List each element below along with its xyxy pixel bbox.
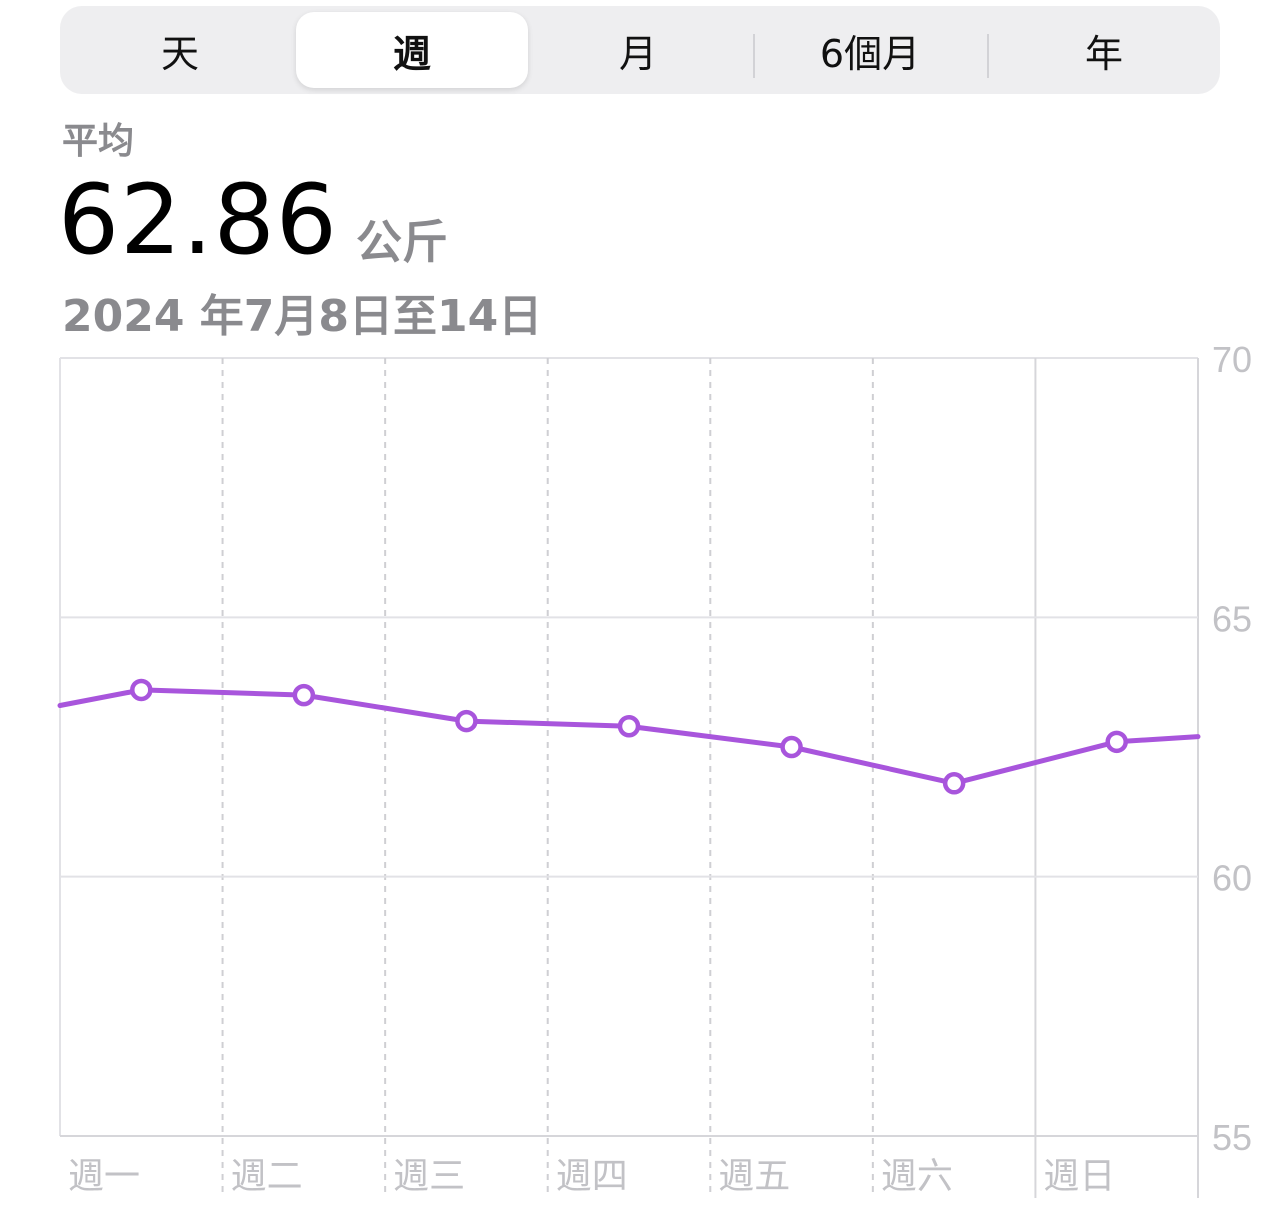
date-range: 2024 年7月8日至14日 [62,291,543,342]
x-tick-label: 週六 [881,1156,953,1197]
x-tick-label: 週日 [1043,1156,1115,1197]
data-point [780,735,803,759]
average-label: 平均 [62,121,135,162]
x-tick-label: 週一 [68,1156,140,1197]
data-point [130,678,153,702]
data-point [1105,730,1128,754]
tab-6-months[interactable]: 6個月 [754,12,986,88]
x-tick-label: 週二 [231,1156,303,1197]
tab-day[interactable]: 天 [64,12,296,88]
weight-line-chart[interactable]: 70 65 60 55 週一 週二 週三 週四 週五 週六 週日 [0,340,1284,1220]
y-tick-label: 65 [1212,598,1252,639]
time-range-segmented-control: 天 週 月 6個月 年 [60,6,1220,94]
data-point [292,683,316,707]
data-point [617,715,641,738]
data-point [455,709,478,733]
average-unit: 公斤 [356,215,448,269]
y-tick-label: 60 [1212,858,1252,899]
y-tick-label: 70 [1212,340,1252,380]
y-tick-label: 55 [1212,1117,1252,1158]
average-value: 62.86 [58,164,338,276]
data-point [942,772,966,795]
tab-week[interactable]: 週 [296,12,528,88]
x-tick-label: 週五 [718,1156,790,1197]
tab-year[interactable]: 年 [988,12,1220,88]
tab-month[interactable]: 月 [522,12,754,88]
x-tick-label: 週四 [556,1156,628,1197]
x-tick-label: 週三 [393,1156,465,1197]
